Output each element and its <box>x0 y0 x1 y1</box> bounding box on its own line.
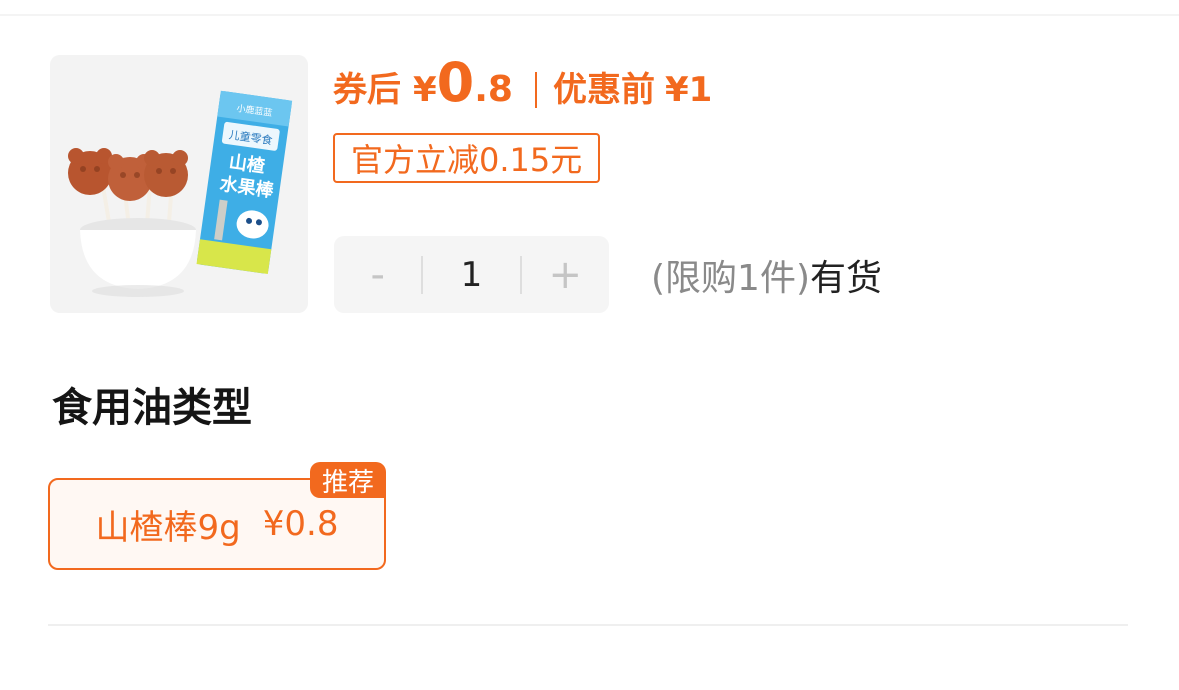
price-decimal: .8 <box>474 69 513 110</box>
quantity-stepper: - 1 + <box>334 236 609 313</box>
quantity-value[interactable]: 1 <box>423 236 519 313</box>
decrease-button[interactable]: - <box>334 236 421 313</box>
recommend-badge: 推荐 <box>310 462 386 498</box>
increase-button[interactable]: + <box>522 236 609 313</box>
original-price: ¥1 <box>664 70 713 110</box>
purchase-limit: (限购1件) <box>651 258 810 299</box>
bottom-divider <box>48 624 1128 626</box>
discount-tag: 官方立减0.15元 <box>333 133 601 183</box>
section-title: 食用油类型 <box>52 385 252 431</box>
original-price-label: 优惠前 <box>552 70 655 110</box>
price-integer: 0 <box>436 51 475 114</box>
product-sku-panel: 儿童零食 小鹿蓝蓝 山楂 水果棒 券后 ¥ 0 .8 优惠前 ¥1 官方立减0.… <box>0 0 1179 690</box>
price-row: 券后 ¥ 0 .8 优惠前 ¥1 <box>333 56 712 120</box>
stock-info: (限购1件) 有货 <box>651 250 882 300</box>
top-divider <box>0 14 1179 16</box>
product-image: 儿童零食 小鹿蓝蓝 山楂 水果棒 <box>50 55 308 313</box>
currency-symbol: ¥ <box>413 70 437 110</box>
stock-status: 有货 <box>810 258 883 299</box>
price-separator <box>534 72 537 108</box>
option-price: ¥0.8 <box>262 504 339 544</box>
option-name: 山楂棒9g <box>95 507 241 548</box>
coupon-price-label: 券后 <box>333 70 401 110</box>
